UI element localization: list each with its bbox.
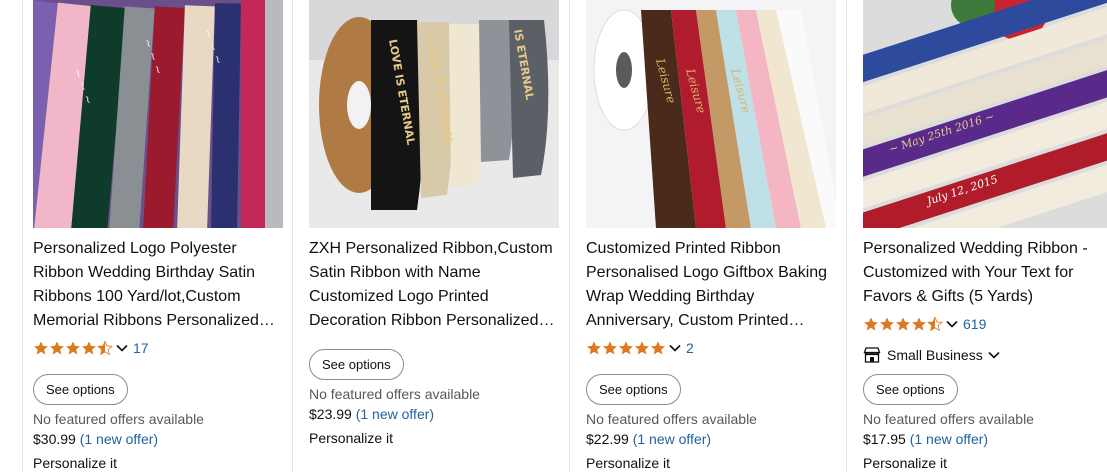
badge-label: Small Business	[887, 347, 983, 363]
star-full-icon	[896, 317, 910, 331]
star-rating	[33, 340, 113, 356]
see-options-button[interactable]: See options	[586, 374, 681, 405]
card-divider	[846, 0, 847, 472]
new-offer-link[interactable]: (1 new offer)	[910, 431, 988, 447]
star-full-icon	[619, 341, 633, 355]
review-count[interactable]: 17	[133, 340, 149, 356]
star-full-icon	[603, 341, 617, 355]
personalize-label: Personalize it	[586, 455, 671, 471]
product-image[interactable]: ~ May 25th 2016 ~ July 12, 2015	[863, 0, 1107, 228]
price: $30.99	[33, 431, 76, 447]
product-title[interactable]: Personalized Wedding Ribbon - Customized…	[863, 237, 1107, 309]
rating[interactable]: 17	[33, 338, 149, 358]
product-image[interactable]: Leisure Leisure Leisure	[586, 0, 836, 228]
product-card: ~ May 25th 2016 ~ July 12, 2015 Personal…	[863, 0, 1107, 472]
star-half-icon	[927, 316, 943, 332]
storefront-icon	[863, 347, 881, 363]
star-full-icon	[66, 341, 80, 355]
chevron-down-icon[interactable]	[987, 348, 1001, 362]
star-full-icon	[50, 341, 64, 355]
star-full-icon	[912, 317, 926, 331]
card-divider	[292, 0, 293, 472]
star-rating	[586, 340, 666, 356]
no-offers-text: No featured offers available	[33, 411, 204, 427]
small-business-badge[interactable]: Small Business	[863, 347, 1005, 363]
star-full-icon	[34, 341, 48, 355]
no-offers-text: No featured offers available	[586, 411, 757, 427]
chevron-down-icon[interactable]	[668, 341, 682, 355]
product-card: LOVE IS ETERNAL LOVE IS ETERNAL IS ETERN…	[309, 0, 561, 472]
star-full-icon	[864, 317, 878, 331]
new-offer-link[interactable]: (1 new offer)	[80, 431, 158, 447]
personalize-label: Personalize it	[863, 455, 948, 471]
star-full-icon	[635, 341, 649, 355]
star-full-icon	[651, 341, 665, 355]
chevron-down-icon[interactable]	[945, 317, 959, 331]
price: $23.99	[309, 406, 352, 422]
personalize-label: Personalize it	[309, 430, 394, 446]
card-divider	[569, 0, 570, 472]
see-options-button[interactable]: See options	[309, 349, 404, 380]
product-title[interactable]: Personalized Logo Polyester Ribbon Weddi…	[33, 237, 285, 333]
chevron-down-icon[interactable]	[115, 341, 129, 355]
star-full-icon	[82, 341, 96, 355]
product-card: Leisure Leisure Leisure Customized Print…	[586, 0, 838, 472]
new-offer-link[interactable]: (1 new offer)	[356, 406, 434, 422]
see-options-button[interactable]: See options	[33, 374, 128, 405]
new-offer-link[interactable]: (1 new offer)	[633, 431, 711, 447]
star-full-icon	[587, 341, 601, 355]
rating[interactable]: 619	[863, 314, 986, 334]
price: $22.99	[586, 431, 629, 447]
card-divider	[22, 0, 23, 472]
see-options-button[interactable]: See options	[863, 374, 958, 405]
price: $17.95	[863, 431, 906, 447]
no-offers-text: No featured offers available	[309, 386, 480, 402]
product-title[interactable]: ZXH Personalized Ribbon,Custom Satin Rib…	[309, 237, 561, 333]
review-count[interactable]: 619	[963, 316, 986, 332]
product-title[interactable]: Customized Printed Ribbon Personalised L…	[586, 237, 838, 333]
price-line: $30.99 (1 new offer)	[33, 431, 158, 447]
product-image[interactable]: LOVE IS ETERNAL LOVE IS ETERNAL IS ETERN…	[309, 0, 559, 228]
price-line: $22.99 (1 new offer)	[586, 431, 711, 447]
product-grid: ~ ~ ~ ~ ~ ~ ~ ~ ~ Personalized Logo Poly…	[0, 0, 1107, 472]
price-line: $17.95 (1 new offer)	[863, 431, 988, 447]
price-line: $23.99 (1 new offer)	[309, 406, 434, 422]
review-count[interactable]: 2	[686, 340, 694, 356]
product-image[interactable]: ~ ~ ~ ~ ~ ~ ~ ~ ~	[33, 0, 283, 228]
star-full-icon	[880, 317, 894, 331]
rating[interactable]: 2	[586, 338, 694, 358]
product-card: ~ ~ ~ ~ ~ ~ ~ ~ ~ Personalized Logo Poly…	[33, 0, 285, 472]
star-rating	[863, 316, 943, 332]
no-offers-text: No featured offers available	[863, 411, 1034, 427]
personalize-label: Personalize it	[33, 455, 118, 471]
star-half-icon	[97, 340, 113, 356]
